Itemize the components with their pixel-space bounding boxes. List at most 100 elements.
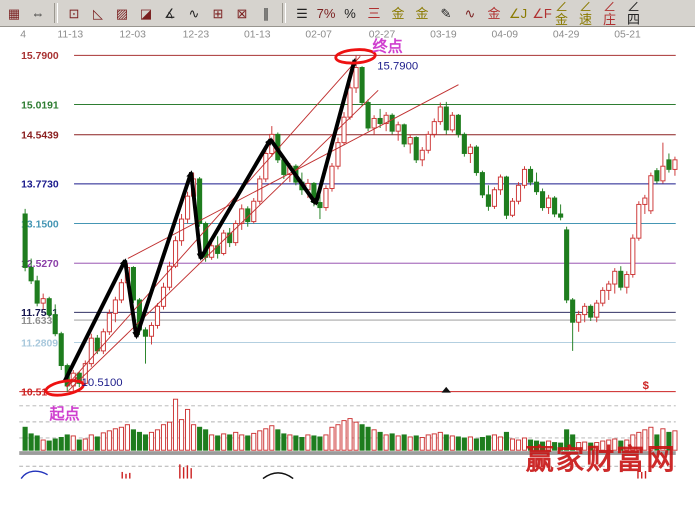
volume-bar bbox=[143, 435, 147, 450]
volume-bar bbox=[366, 427, 370, 450]
candle-body bbox=[450, 115, 454, 130]
fib-list-icon[interactable]: ☰ bbox=[291, 2, 313, 24]
volume-bar bbox=[354, 422, 358, 450]
gold-circle-icon[interactable]: 金 bbox=[387, 2, 409, 24]
candle-body bbox=[336, 143, 340, 167]
candle-body bbox=[402, 125, 406, 144]
volume-bar bbox=[161, 425, 165, 451]
candle-body bbox=[534, 182, 538, 192]
brush-1-icon[interactable]: ✎ bbox=[435, 2, 457, 24]
wave-av-icon[interactable]: ∿ bbox=[459, 2, 481, 24]
angle-j-icon[interactable]: ∠J bbox=[507, 2, 529, 24]
date-label: 04-29 bbox=[553, 29, 580, 40]
grid-icon[interactable]: ⊞ bbox=[207, 2, 229, 24]
candle-body bbox=[438, 107, 442, 122]
candlestick-chart-canvas[interactable]: 411-1312-0312-2301-1302-0702-2703-1904-0… bbox=[0, 28, 695, 505]
gold-three-line-icon[interactable]: 三 bbox=[363, 2, 385, 24]
candle-body bbox=[222, 233, 226, 253]
candle-body bbox=[468, 147, 472, 153]
grid-arrow-icon[interactable]: ⊠ bbox=[231, 2, 253, 24]
candle-body bbox=[486, 195, 490, 206]
volume-bar bbox=[318, 437, 322, 450]
end-point-label: 终点 bbox=[373, 38, 403, 56]
candle-body bbox=[360, 67, 364, 102]
volume-bar bbox=[264, 429, 268, 450]
candle-body bbox=[510, 201, 514, 215]
volume-bar bbox=[101, 433, 105, 450]
volume-bar bbox=[240, 435, 244, 450]
volume-bar bbox=[300, 437, 304, 450]
gold-underline-icon[interactable]: 金 bbox=[483, 2, 505, 24]
angle-si-icon[interactable]: ∠四 bbox=[627, 2, 649, 24]
volume-bar bbox=[450, 436, 454, 450]
candle-body bbox=[577, 315, 581, 323]
price-level-label: 10.51 bbox=[21, 387, 47, 398]
candle-body bbox=[516, 185, 520, 201]
candle-body bbox=[432, 122, 436, 135]
candle-body bbox=[113, 300, 117, 313]
angle-gold-icon[interactable]: ∠金 bbox=[555, 2, 577, 24]
candle-body bbox=[643, 198, 647, 204]
candle-body bbox=[565, 230, 569, 300]
candle-body bbox=[504, 177, 508, 215]
volume-bar bbox=[29, 434, 33, 450]
volume-bar bbox=[35, 436, 39, 450]
gold-line-icon[interactable]: 金 bbox=[411, 2, 433, 24]
percent-line-icon[interactable]: 7% bbox=[315, 2, 337, 24]
start-point-label: 起点 bbox=[48, 405, 79, 423]
volume-bar bbox=[222, 434, 226, 450]
volume-bar bbox=[408, 437, 412, 450]
gann-fan-box-icon[interactable]: ▨ bbox=[111, 2, 133, 24]
parallel-lines-icon[interactable]: ∥ bbox=[255, 2, 277, 24]
chart-area[interactable]: 411-1312-0312-2301-1302-0702-2703-1904-0… bbox=[0, 28, 695, 505]
price-level-label: 15.0191 bbox=[21, 100, 59, 111]
zigzag-wave-icon[interactable]: ∿ bbox=[183, 2, 205, 24]
candle-body bbox=[613, 271, 617, 284]
fan-lines-icon[interactable]: ◺ bbox=[87, 2, 109, 24]
candle-body bbox=[673, 160, 677, 170]
candle-body bbox=[420, 150, 424, 160]
volume-bar bbox=[270, 426, 274, 450]
candle-body bbox=[342, 117, 346, 142]
volume-bar bbox=[348, 419, 352, 451]
angle-su-icon[interactable]: ∠速 bbox=[579, 2, 601, 24]
gann-square-icon[interactable]: ⊡ bbox=[63, 2, 85, 24]
candle-body bbox=[47, 299, 51, 315]
percent-icon[interactable]: % bbox=[339, 2, 361, 24]
volume-bar bbox=[113, 429, 117, 450]
volume-bar bbox=[216, 436, 220, 450]
candle-body bbox=[637, 204, 641, 238]
date-label: 4 bbox=[20, 29, 26, 40]
volume-bar bbox=[372, 430, 376, 450]
volume-bar bbox=[336, 425, 340, 451]
angle-line-icon[interactable]: ∡ bbox=[159, 2, 181, 24]
volume-bar bbox=[498, 437, 502, 450]
volume-bar bbox=[179, 420, 183, 451]
candle-body bbox=[264, 153, 268, 178]
volume-bar bbox=[468, 437, 472, 450]
candle-body bbox=[234, 224, 238, 243]
volume-bar bbox=[486, 436, 490, 450]
volume-bar bbox=[474, 439, 478, 450]
candle-body bbox=[607, 284, 611, 290]
volume-bar bbox=[312, 436, 316, 450]
gann-box-icon[interactable]: ◪ bbox=[135, 2, 157, 24]
date-label: 12-03 bbox=[119, 29, 146, 40]
volume-bar bbox=[420, 437, 424, 450]
ruler-123-icon[interactable]: ▦ bbox=[3, 2, 25, 24]
price-level-label: 13.7730 bbox=[21, 180, 59, 191]
toolbar-separator bbox=[54, 3, 58, 23]
angle-zhuang-icon[interactable]: ∠庄 bbox=[603, 2, 625, 24]
candle-body bbox=[480, 173, 484, 195]
angle-f-icon[interactable]: ∠F bbox=[531, 2, 553, 24]
candle-body bbox=[29, 267, 33, 280]
candle-body bbox=[155, 306, 159, 325]
candle-body bbox=[396, 125, 400, 131]
volume-bar bbox=[510, 439, 514, 450]
candle-body bbox=[35, 281, 39, 303]
start-price-label: 10.5100 bbox=[82, 377, 123, 389]
candle-body bbox=[625, 274, 629, 287]
measure-width-icon[interactable]: ⇔ bbox=[27, 2, 49, 24]
date-label: 11-13 bbox=[57, 29, 83, 40]
candle-body bbox=[444, 107, 448, 130]
